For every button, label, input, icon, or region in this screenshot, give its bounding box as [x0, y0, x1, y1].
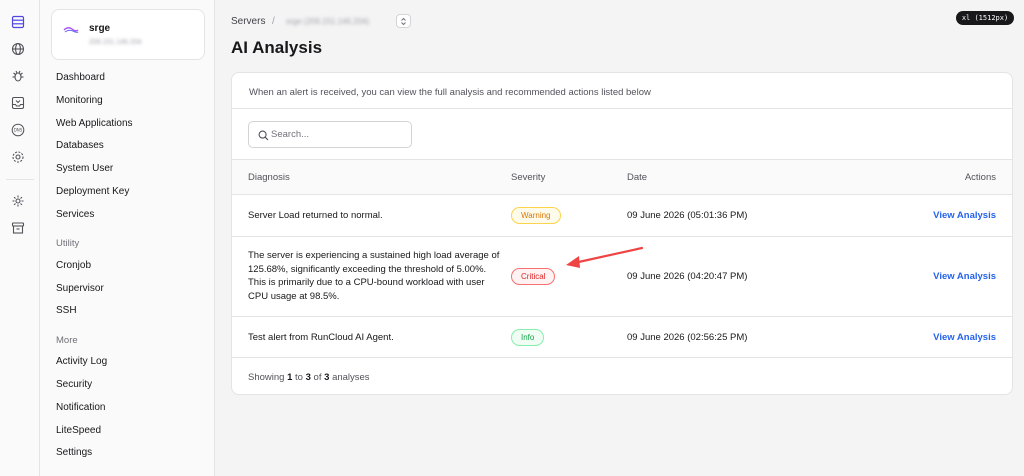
chevron-up-down-icon: [401, 17, 406, 25]
rail-divider: [6, 179, 34, 180]
severity-badge-info: Info: [511, 329, 545, 346]
row-date: 09 June 2026 (02:56:25 PM): [627, 332, 748, 343]
archive-icon[interactable]: [11, 221, 25, 235]
sidebar-item-settings[interactable]: Settings: [56, 447, 92, 458]
sidebar-item-deployment-key[interactable]: Deployment Key: [56, 186, 129, 197]
divider: [232, 159, 1012, 160]
divider: [232, 194, 1012, 195]
sidebar-item-system-user[interactable]: System User: [56, 163, 113, 174]
breadcrumb-current-server: srge (209.151.146.204): [286, 17, 370, 26]
sidebar-item-cronjob[interactable]: Cronjob: [56, 260, 91, 271]
server-name: srge: [89, 23, 111, 34]
divider: [232, 236, 1012, 237]
severity-badge-warning: Warning: [511, 207, 561, 224]
ai-analysis-card: When an alert is received, you can view …: [231, 72, 1013, 395]
annotation-arrow-icon: [566, 246, 644, 268]
severity-badge-critical: Critical: [511, 268, 556, 285]
icon-rail: DNS: [0, 0, 40, 476]
dns-icon[interactable]: DNS: [11, 123, 25, 137]
row-diagnosis: Test alert from RunCloud AI Agent.: [248, 332, 394, 343]
server-sidebar: srge 209.151.146.204 Dashboard Monitorin…: [40, 0, 215, 476]
server-logo-icon: [63, 27, 79, 33]
row-date: 09 June 2026 (05:01:36 PM): [627, 210, 748, 221]
sidebar-item-supervisor[interactable]: Supervisor: [56, 283, 104, 294]
sidebar-item-litespeed[interactable]: LiteSpeed: [56, 425, 101, 436]
globe-icon[interactable]: [11, 42, 25, 56]
page-title: AI Analysis: [231, 38, 323, 57]
sidebar-heading-utility: Utility: [56, 238, 80, 249]
breakpoint-badge: xl (1512px): [956, 11, 1014, 25]
column-header-severity: Severity: [511, 172, 546, 183]
row-diagnosis: The server is experiencing a sustained h…: [248, 250, 500, 302]
view-analysis-link[interactable]: View Analysis: [933, 332, 996, 343]
sidebar-heading-more: More: [56, 335, 78, 346]
pagination-summary: Showing 1 to 3 of 3 analyses: [248, 372, 370, 383]
server-ip: 209.151.146.204: [89, 39, 142, 46]
settings-cog-icon[interactable]: [11, 150, 25, 164]
server-selector-card[interactable]: srge 209.151.146.204: [51, 9, 205, 60]
svg-text:DNS: DNS: [14, 128, 23, 133]
sidebar-item-monitoring[interactable]: Monitoring: [56, 95, 103, 106]
search-input[interactable]: [271, 123, 409, 146]
divider: [232, 316, 1012, 317]
servers-icon[interactable]: [11, 15, 25, 29]
sidebar-item-databases[interactable]: Databases: [56, 140, 104, 151]
sidebar-item-activity-log[interactable]: Activity Log: [56, 356, 107, 367]
bug-icon[interactable]: [11, 69, 25, 83]
sidebar-item-dashboard[interactable]: Dashboard: [56, 72, 105, 83]
breadcrumb-servers-link[interactable]: Servers: [231, 16, 265, 27]
sidebar-item-web-applications[interactable]: Web Applications: [56, 118, 133, 129]
server-switch-button[interactable]: [396, 14, 411, 28]
sidebar-item-ssh[interactable]: SSH: [56, 305, 77, 316]
column-header-date: Date: [627, 172, 648, 183]
divider: [232, 108, 1012, 109]
row-date: 09 June 2026 (04:20:47 PM): [627, 271, 748, 282]
row-diagnosis: Server Load returned to normal.: [248, 210, 383, 221]
sidebar-item-security[interactable]: Security: [56, 379, 92, 390]
table-header-row: [232, 159, 1012, 194]
column-header-actions: Actions: [964, 172, 996, 183]
inbox-icon[interactable]: [11, 96, 25, 110]
column-header-diagnosis: Diagnosis: [248, 172, 290, 183]
view-analysis-link[interactable]: View Analysis: [933, 210, 996, 221]
view-analysis-link[interactable]: View Analysis: [933, 271, 996, 282]
gear-icon[interactable]: [11, 194, 25, 208]
search-icon: [258, 130, 269, 141]
breadcrumb-separator: /: [272, 16, 275, 27]
divider: [232, 357, 1012, 358]
sidebar-item-services[interactable]: Services: [56, 209, 94, 220]
card-description: When an alert is received, you can view …: [249, 87, 651, 98]
search-box: [248, 121, 412, 148]
sidebar-item-notification[interactable]: Notification: [56, 402, 105, 413]
